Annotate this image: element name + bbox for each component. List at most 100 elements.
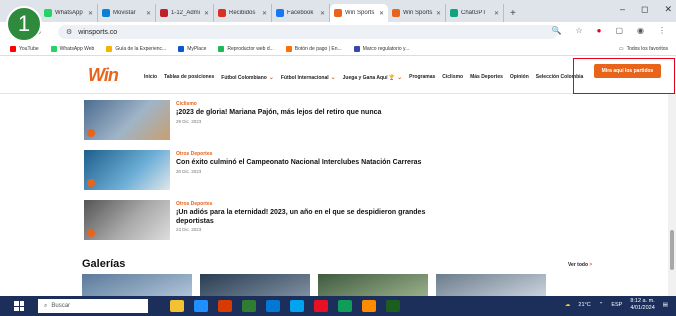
article-date: 29 Dic. 2023 xyxy=(176,119,202,124)
taskbar-app-icon[interactable] xyxy=(290,300,304,312)
tab-close-icon[interactable]: ✕ xyxy=(379,10,384,17)
nav-item[interactable]: Programas xyxy=(409,74,435,81)
article-category[interactable]: Otros Deportes xyxy=(176,151,212,157)
watch-matches-button[interactable]: Mira aquí los partidos xyxy=(594,64,661,78)
play-icon xyxy=(87,129,95,137)
nav-item[interactable]: Tablas de posiciones xyxy=(164,74,214,81)
taskbar-app-icon[interactable] xyxy=(314,300,328,312)
profile-icon[interactable]: ◉ xyxy=(637,26,644,35)
taskbar-app-icon[interactable] xyxy=(242,300,256,312)
network-icon[interactable]: ⌃ xyxy=(599,302,604,308)
article-thumbnail[interactable] xyxy=(84,150,170,190)
see-all-link[interactable]: Ver todo > xyxy=(568,262,592,268)
nav-item[interactable]: Ciclismo xyxy=(442,74,463,81)
sidebar-icon[interactable]: ▢ xyxy=(615,26,623,35)
chevron-down-icon: ⌄ xyxy=(268,75,274,81)
browser-tab[interactable]: Recibidos ✕ xyxy=(214,4,272,22)
weather-icon[interactable]: ☁ xyxy=(565,302,571,308)
nav-item[interactable]: Fútbol Internacional ⌄ xyxy=(281,74,336,81)
article-category[interactable]: Ciclismo xyxy=(176,101,197,107)
article-headline[interactable]: ¡2023 de gloria! Mariana Pajón, más lejo… xyxy=(176,108,446,117)
browser-tab[interactable]: Win Sports ✕ xyxy=(330,4,388,22)
menu-icon[interactable]: ⋮ xyxy=(658,26,666,35)
tab-close-icon[interactable]: ✕ xyxy=(204,10,209,17)
see-all-label: Ver todo xyxy=(568,262,589,268)
gallery-thumbnail[interactable] xyxy=(318,274,428,296)
new-tab-button[interactable]: + xyxy=(504,4,522,22)
site-info-icon[interactable]: ⚙ xyxy=(66,28,72,36)
gallery-thumbnail[interactable] xyxy=(82,274,192,296)
taskbar-app-icon[interactable] xyxy=(338,300,352,312)
bookmark-item[interactable]: YouTube xyxy=(10,45,39,52)
all-bookmarks-label: Todos los favoritos xyxy=(626,45,668,52)
browser-tab[interactable]: Movistar ✕ xyxy=(98,4,156,22)
article-item[interactable]: Otros Deportes Con éxito culminó el Camp… xyxy=(84,150,444,190)
nav-item[interactable]: Opinión xyxy=(510,74,529,81)
minimize-button[interactable]: – xyxy=(620,4,625,15)
bookmark-item[interactable]: WhatsApp Web xyxy=(50,45,94,52)
gallery-thumbnail[interactable] xyxy=(436,274,546,296)
browser-tab[interactable]: 1-12_Admi ✕ xyxy=(156,4,214,22)
browser-tab[interactable]: Win Sports ✕ xyxy=(388,4,446,22)
gallery-row xyxy=(82,274,546,296)
weather-temp[interactable]: 21°C xyxy=(578,302,590,308)
taskbar-app-icon[interactable] xyxy=(266,300,280,312)
bookmark-star-icon[interactable]: ☆ xyxy=(575,26,582,35)
notifications-icon[interactable]: ▤ xyxy=(663,302,668,308)
browser-tab[interactable]: ChatGPT ✕ xyxy=(446,4,504,22)
galleries-title: Galerías xyxy=(82,258,126,270)
taskbar-app-icon[interactable] xyxy=(170,300,184,312)
chevron-down-icon: ⌄ xyxy=(330,75,336,81)
browser-tab[interactable]: WhatsApp ✕ xyxy=(40,4,98,22)
taskbar-app-icon[interactable] xyxy=(194,300,208,312)
bookmarks-bar: YouTube WhatsApp Web Guía de la Experienc.… xyxy=(0,42,676,56)
taskbar-search[interactable]: ⌕ Buscar xyxy=(38,299,148,313)
tab-close-icon[interactable]: ✕ xyxy=(262,10,267,17)
bookmark-label: MyPlace xyxy=(187,45,207,52)
taskbar-app-icon[interactable] xyxy=(386,300,400,312)
bookmark-favicon-icon xyxy=(178,45,185,52)
tab-favicon-icon xyxy=(392,9,400,17)
article-headline[interactable]: ¡Un adiós para la eternidad! 2023, un añ… xyxy=(176,208,446,226)
taskbar-app-icon[interactable] xyxy=(362,300,376,312)
article-category[interactable]: Otros Deportes xyxy=(176,201,212,207)
browser-tab[interactable]: Facebook ✕ xyxy=(272,4,330,22)
tab-close-icon[interactable]: ✕ xyxy=(88,10,93,17)
all-bookmarks[interactable]: ▭ Todos los favoritos xyxy=(619,46,668,52)
taskbar-app-icon[interactable] xyxy=(218,300,232,312)
article-item[interactable]: Otros Deportes ¡Un adiós para la eternid… xyxy=(84,200,444,240)
article-thumbnail[interactable] xyxy=(84,100,170,140)
extension-icon[interactable]: ● xyxy=(597,26,602,35)
clock[interactable]: 8:12 a. m. 4/01/2024 xyxy=(630,298,654,312)
zoom-icon[interactable]: 🔍 xyxy=(551,26,561,35)
tab-close-icon[interactable]: ✕ xyxy=(320,10,325,17)
tab-favicon-icon xyxy=(450,9,458,17)
tab-close-icon[interactable]: ✕ xyxy=(436,10,441,17)
article-headline[interactable]: Con éxito culminó el Campeonato Nacional… xyxy=(176,158,446,167)
tab-close-icon[interactable]: ✕ xyxy=(494,10,499,17)
clock-date: 4/01/2024 xyxy=(630,305,655,311)
bookmark-item[interactable]: MyPlace xyxy=(178,45,207,52)
scrollbar-thumb[interactable] xyxy=(670,230,674,270)
nav-item[interactable]: Inicio xyxy=(144,74,157,81)
maximize-button[interactable]: ◻ xyxy=(641,4,648,15)
site-logo[interactable]: Win xyxy=(88,65,119,86)
language-indicator[interactable]: ESP xyxy=(611,302,622,308)
url-field[interactable]: ⚙ winsports.co xyxy=(58,25,558,39)
bookmark-label: Reproductor web d... xyxy=(227,45,274,52)
nav-item[interactable]: Juega y Gana Aquí 🏆 ⌄ xyxy=(343,74,402,81)
bookmark-favicon-icon xyxy=(50,45,57,52)
bookmark-item[interactable]: Botón de pago | En... xyxy=(285,45,342,52)
bookmark-item[interactable]: Reproductor web d... xyxy=(218,45,274,52)
article-thumbnail[interactable] xyxy=(84,200,170,240)
bookmark-item[interactable]: Guía de la Experienc... xyxy=(106,45,166,52)
nav-item[interactable]: Fútbol Colombiano ⌄ xyxy=(221,74,274,81)
windows-start-icon[interactable] xyxy=(14,301,24,311)
article-item[interactable]: Ciclismo ¡2023 de gloria! Mariana Pajón,… xyxy=(84,100,444,140)
close-window-button[interactable]: ✕ xyxy=(664,4,672,15)
nav-item[interactable]: Más Deportes xyxy=(470,74,503,81)
nav-item-label: Más Deportes xyxy=(470,74,503,80)
gallery-thumbnail[interactable] xyxy=(200,274,310,296)
tab-close-icon[interactable]: ✕ xyxy=(146,10,151,17)
bookmark-item[interactable]: Marco regulatorio y... xyxy=(353,45,409,52)
